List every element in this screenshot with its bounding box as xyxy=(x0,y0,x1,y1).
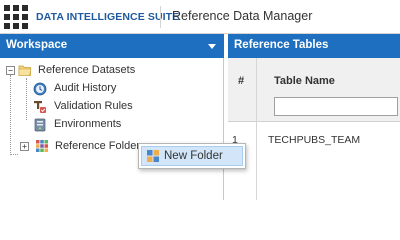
workspace-menu-caret-icon[interactable] xyxy=(208,44,216,49)
expand-toggle-icon[interactable]: + xyxy=(20,142,29,151)
environments-icon xyxy=(34,118,46,132)
reference-tables-header: Reference Tables xyxy=(228,34,400,58)
header-divider xyxy=(160,6,161,28)
context-menu-item-new-folder[interactable]: New Folder xyxy=(141,146,243,166)
suite-name: DATA INTELLIGENCE SUITE xyxy=(36,11,180,23)
tree-node-reference-datasets[interactable]: − Reference Datasets xyxy=(0,62,224,80)
table-row[interactable]: 1 TECHPUBS_TEAM xyxy=(228,131,400,151)
column-header-table-name[interactable]: Table Name xyxy=(274,75,335,87)
tree-node-label: Reference Datasets xyxy=(38,64,136,76)
tree-node-reference-folders[interactable]: + Reference Folders xyxy=(0,138,150,156)
reference-data-manager-app: DATA INTELLIGENCE SUITE Reference Data M… xyxy=(0,0,400,200)
workspace-panel: Workspace − Reference Datasets Audit His… xyxy=(0,34,224,200)
reference-folders-icon xyxy=(36,140,48,152)
tree-node-label: Validation Rules xyxy=(54,100,133,112)
tree-node-validation-rules[interactable]: Validation Rules xyxy=(0,98,224,116)
reference-tables-title: Reference Tables xyxy=(234,39,329,51)
reference-tables-panel: Reference Tables # Table Name 1 TECHPUBS… xyxy=(228,34,400,200)
module-title: Reference Data Manager xyxy=(172,9,313,23)
tree-node-label: Reference Folders xyxy=(55,140,146,152)
tree-node-label: Audit History xyxy=(54,82,117,94)
context-menu-item-label: New Folder xyxy=(164,150,223,162)
workspace-header: Workspace xyxy=(0,34,224,58)
tree-node-audit-history[interactable]: Audit History xyxy=(0,80,224,98)
workspace-title: Workspace xyxy=(6,39,68,51)
context-menu: New Folder xyxy=(138,143,246,169)
tree-node-environments[interactable]: Environments xyxy=(0,116,224,134)
row-table-name[interactable]: TECHPUBS_TEAM xyxy=(268,134,360,146)
collapse-toggle-icon[interactable]: − xyxy=(6,66,15,75)
audit-history-icon xyxy=(33,82,47,96)
column-divider xyxy=(256,58,257,200)
app-header: DATA INTELLIGENCE SUITE Reference Data M… xyxy=(0,0,400,34)
new-folder-icon xyxy=(147,150,159,162)
column-header-index[interactable]: # xyxy=(238,75,244,87)
table-name-filter-input[interactable] xyxy=(274,97,398,116)
app-launcher-icon[interactable] xyxy=(4,5,28,29)
folder-icon xyxy=(18,65,32,76)
tree-node-label: Environments xyxy=(54,118,122,130)
validation-rules-icon xyxy=(34,101,46,113)
